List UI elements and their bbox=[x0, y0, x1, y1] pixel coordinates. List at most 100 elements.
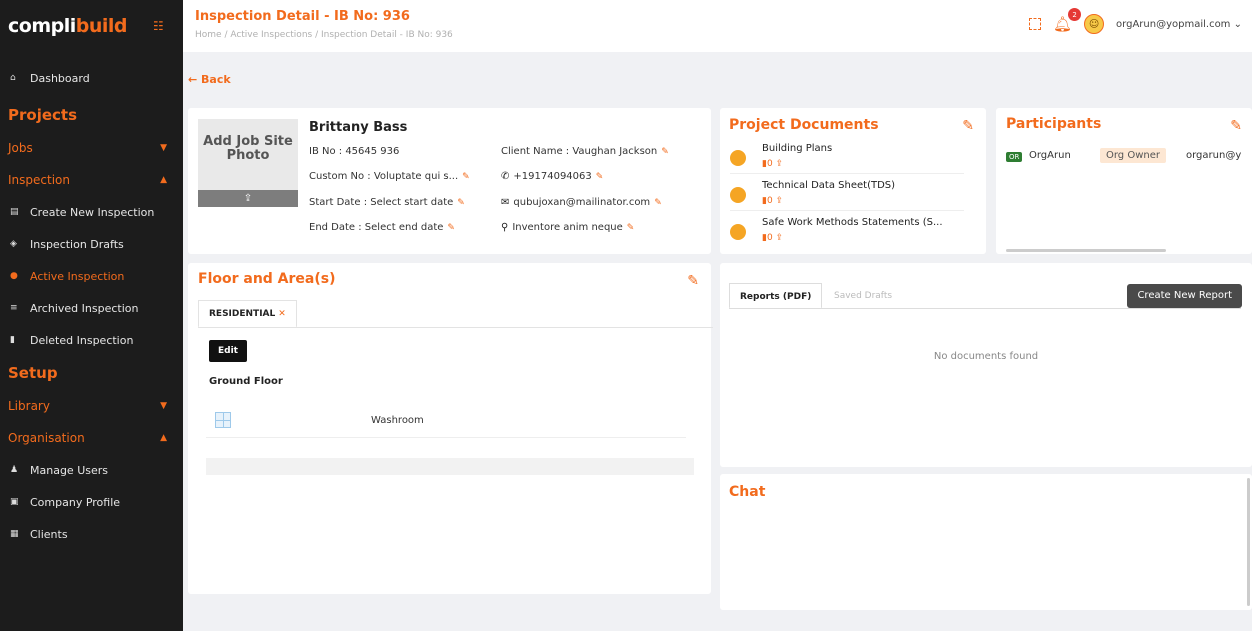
folder-icon bbox=[730, 187, 746, 203]
create-new-report-button[interactable]: Create New Report bbox=[1127, 284, 1242, 308]
edit-icon[interactable]: ✎ bbox=[962, 118, 974, 134]
sidebar-group-inspection[interactable]: Inspection ▲ bbox=[0, 164, 183, 196]
start-date-text: Start Date : Select start date bbox=[309, 197, 454, 208]
notification-bell-icon[interactable]: 🔔︎ 2 bbox=[1053, 8, 1082, 33]
fullscreen-icon[interactable] bbox=[1029, 18, 1041, 30]
end-date: End Date : Select end date ✎ bbox=[309, 222, 455, 233]
sidebar-item-company-profile[interactable]: ▣ Company Profile bbox=[0, 486, 183, 518]
chevron-up-icon: ▲ bbox=[160, 175, 167, 185]
avatar[interactable]: ☺ bbox=[1084, 14, 1105, 34]
upload-icon[interactable]: ⇪ bbox=[776, 233, 784, 243]
tab-reports-pdf[interactable]: Reports (PDF) bbox=[729, 283, 823, 309]
sidebar-group-label: Library bbox=[8, 399, 50, 413]
end-date-text: End Date : Select end date bbox=[309, 222, 444, 233]
client-name-heading: Brittany Bass bbox=[309, 120, 408, 135]
sidebar-item-manage-users[interactable]: ♟ Manage Users bbox=[0, 454, 183, 486]
close-icon[interactable]: ✕ bbox=[278, 309, 286, 319]
email: ✉ qubujoxan@mailinator.com ✎ bbox=[501, 197, 662, 208]
users-icon: ♟ bbox=[10, 465, 19, 475]
floor-footer-strip bbox=[206, 458, 694, 475]
edit-icon[interactable]: ✎ bbox=[447, 223, 455, 233]
sidebar-group-library[interactable]: Library ▼ bbox=[0, 390, 183, 422]
sidebar-item-archived-inspection[interactable]: ≡ Archived Inspection bbox=[0, 292, 183, 324]
clients-icon: ▦ bbox=[10, 529, 19, 539]
edit-icon[interactable]: ✎ bbox=[462, 172, 470, 182]
tab-divider bbox=[198, 327, 713, 328]
sidebar-group-jobs[interactable]: Jobs ▼ bbox=[0, 132, 183, 164]
edit-icon[interactable]: ✎ bbox=[661, 147, 669, 157]
sidebar: compli build ☷ ⌂ Dashboard Projects Jobs … bbox=[0, 0, 183, 631]
document-name: Building Plans bbox=[762, 143, 833, 154]
sidebar-item-clients[interactable]: ▦ Clients bbox=[0, 518, 183, 550]
logo-text-part2: build bbox=[75, 15, 128, 37]
horizontal-scrollbar[interactable] bbox=[1006, 249, 1166, 252]
room-layout-icon bbox=[215, 412, 231, 428]
floor-area-card: Floor and Area(s) ✎ RESIDENTIAL ✕ Edit Gr… bbox=[188, 263, 713, 594]
room-row[interactable]: Washroom bbox=[206, 404, 686, 438]
phone-icon: ✆ bbox=[501, 171, 510, 182]
sidebar-item-inspection-drafts[interactable]: ◈ Inspection Drafts bbox=[0, 228, 183, 260]
participant-role-badge: Org Owner bbox=[1100, 148, 1166, 163]
sidebar-item-label: Clients bbox=[30, 527, 68, 541]
sidebar-item-deleted-inspection[interactable]: ▮ Deleted Inspection bbox=[0, 324, 183, 356]
menu-toggle-icon[interactable]: ☷ bbox=[153, 19, 164, 33]
user-menu[interactable]: orgArun@yopmail.com ⌄ bbox=[1116, 19, 1242, 30]
client-name-text: Client Name : Vaughan Jackson bbox=[501, 146, 658, 157]
participant-name: OrgArun bbox=[1029, 150, 1071, 161]
vertical-scrollbar[interactable] bbox=[1247, 478, 1250, 606]
profile-icon: ▣ bbox=[10, 497, 19, 507]
mail-icon: ✉ bbox=[501, 197, 510, 208]
section-projects: Projects bbox=[8, 106, 78, 124]
edit-icon[interactable]: ✎ bbox=[627, 223, 635, 233]
sidebar-item-dashboard[interactable]: ⌂ Dashboard bbox=[0, 62, 183, 94]
tab-saved-drafts[interactable]: Saved Drafts bbox=[824, 283, 902, 309]
chevron-down-icon: ▼ bbox=[160, 401, 167, 411]
document-count: 0 bbox=[766, 233, 773, 243]
sidebar-item-label: Active Inspection bbox=[30, 269, 125, 283]
floor-name: Ground Floor bbox=[209, 376, 283, 387]
location-pin-icon: ⚲ bbox=[501, 222, 509, 233]
participants-title: Participants bbox=[1006, 116, 1102, 132]
sidebar-group-label: Inspection bbox=[8, 173, 70, 187]
dot-icon: ● bbox=[10, 271, 18, 281]
sidebar-item-create-new-inspection[interactable]: ▤ Create New Inspection bbox=[0, 196, 183, 228]
sidebar-item-label: Dashboard bbox=[30, 71, 90, 85]
sidebar-group-organisation[interactable]: Organisation ▲ bbox=[0, 422, 183, 454]
participants-card: Participants ✎ OR OrgArun Org Owner orga… bbox=[996, 108, 1252, 254]
edit-icon[interactable]: ✎ bbox=[654, 198, 662, 208]
reports-card: Reports (PDF) Saved Drafts Create New Re… bbox=[720, 263, 1252, 467]
project-documents-title: Project Documents bbox=[729, 117, 879, 133]
edit-icon[interactable]: ✎ bbox=[1230, 118, 1242, 134]
document-row[interactable]: Technical Data Sheet(TDS) ▮0 ⇪ bbox=[730, 178, 964, 211]
edit-icon[interactable]: ✎ bbox=[687, 273, 699, 289]
document-count: 0 bbox=[766, 196, 773, 206]
edit-icon[interactable]: ✎ bbox=[596, 172, 604, 182]
phone: ✆ +19174094063 ✎ bbox=[501, 171, 603, 182]
trash-icon: ▮ bbox=[10, 335, 15, 345]
user-email: orgArun@yopmail.com bbox=[1116, 18, 1231, 30]
section-setup: Setup bbox=[8, 364, 58, 382]
edit-button[interactable]: Edit bbox=[209, 340, 247, 362]
participant-initials: OR bbox=[1006, 152, 1023, 162]
upload-icon[interactable]: ⇪ bbox=[776, 196, 784, 206]
add-photo-box[interactable]: Add Job Site Photo ⇪ bbox=[198, 119, 298, 207]
sidebar-item-label: Inspection Drafts bbox=[30, 237, 124, 251]
document-meta: ▮0 ⇪ bbox=[762, 196, 784, 206]
sidebar-item-active-inspection[interactable]: ● Active Inspection bbox=[0, 260, 183, 292]
empty-state-text: No documents found bbox=[933, 351, 1039, 362]
edit-icon[interactable]: ✎ bbox=[457, 198, 465, 208]
tab-residential[interactable]: RESIDENTIAL ✕ bbox=[198, 300, 297, 328]
archive-icon: ≡ bbox=[10, 303, 18, 313]
folder-icon bbox=[730, 224, 746, 240]
back-link[interactable]: ← Back bbox=[188, 73, 231, 86]
logo-text-part1: compli bbox=[8, 15, 76, 37]
logo[interactable]: compli build ☷ bbox=[0, 0, 183, 52]
document-meta: ▮0 ⇪ bbox=[762, 159, 784, 169]
document-row[interactable]: Building Plans ▮0 ⇪ bbox=[730, 141, 964, 174]
document-row[interactable]: Safe Work Methods Statements (S... ▮0 ⇪ bbox=[730, 215, 964, 248]
document-name: Technical Data Sheet(TDS) bbox=[762, 180, 896, 191]
upload-icon[interactable]: ⇪ bbox=[198, 190, 298, 207]
sidebar-item-label: Manage Users bbox=[30, 463, 108, 477]
upload-icon[interactable]: ⇪ bbox=[776, 159, 784, 169]
ib-number-text: IB No : 45645 936 bbox=[309, 146, 400, 157]
